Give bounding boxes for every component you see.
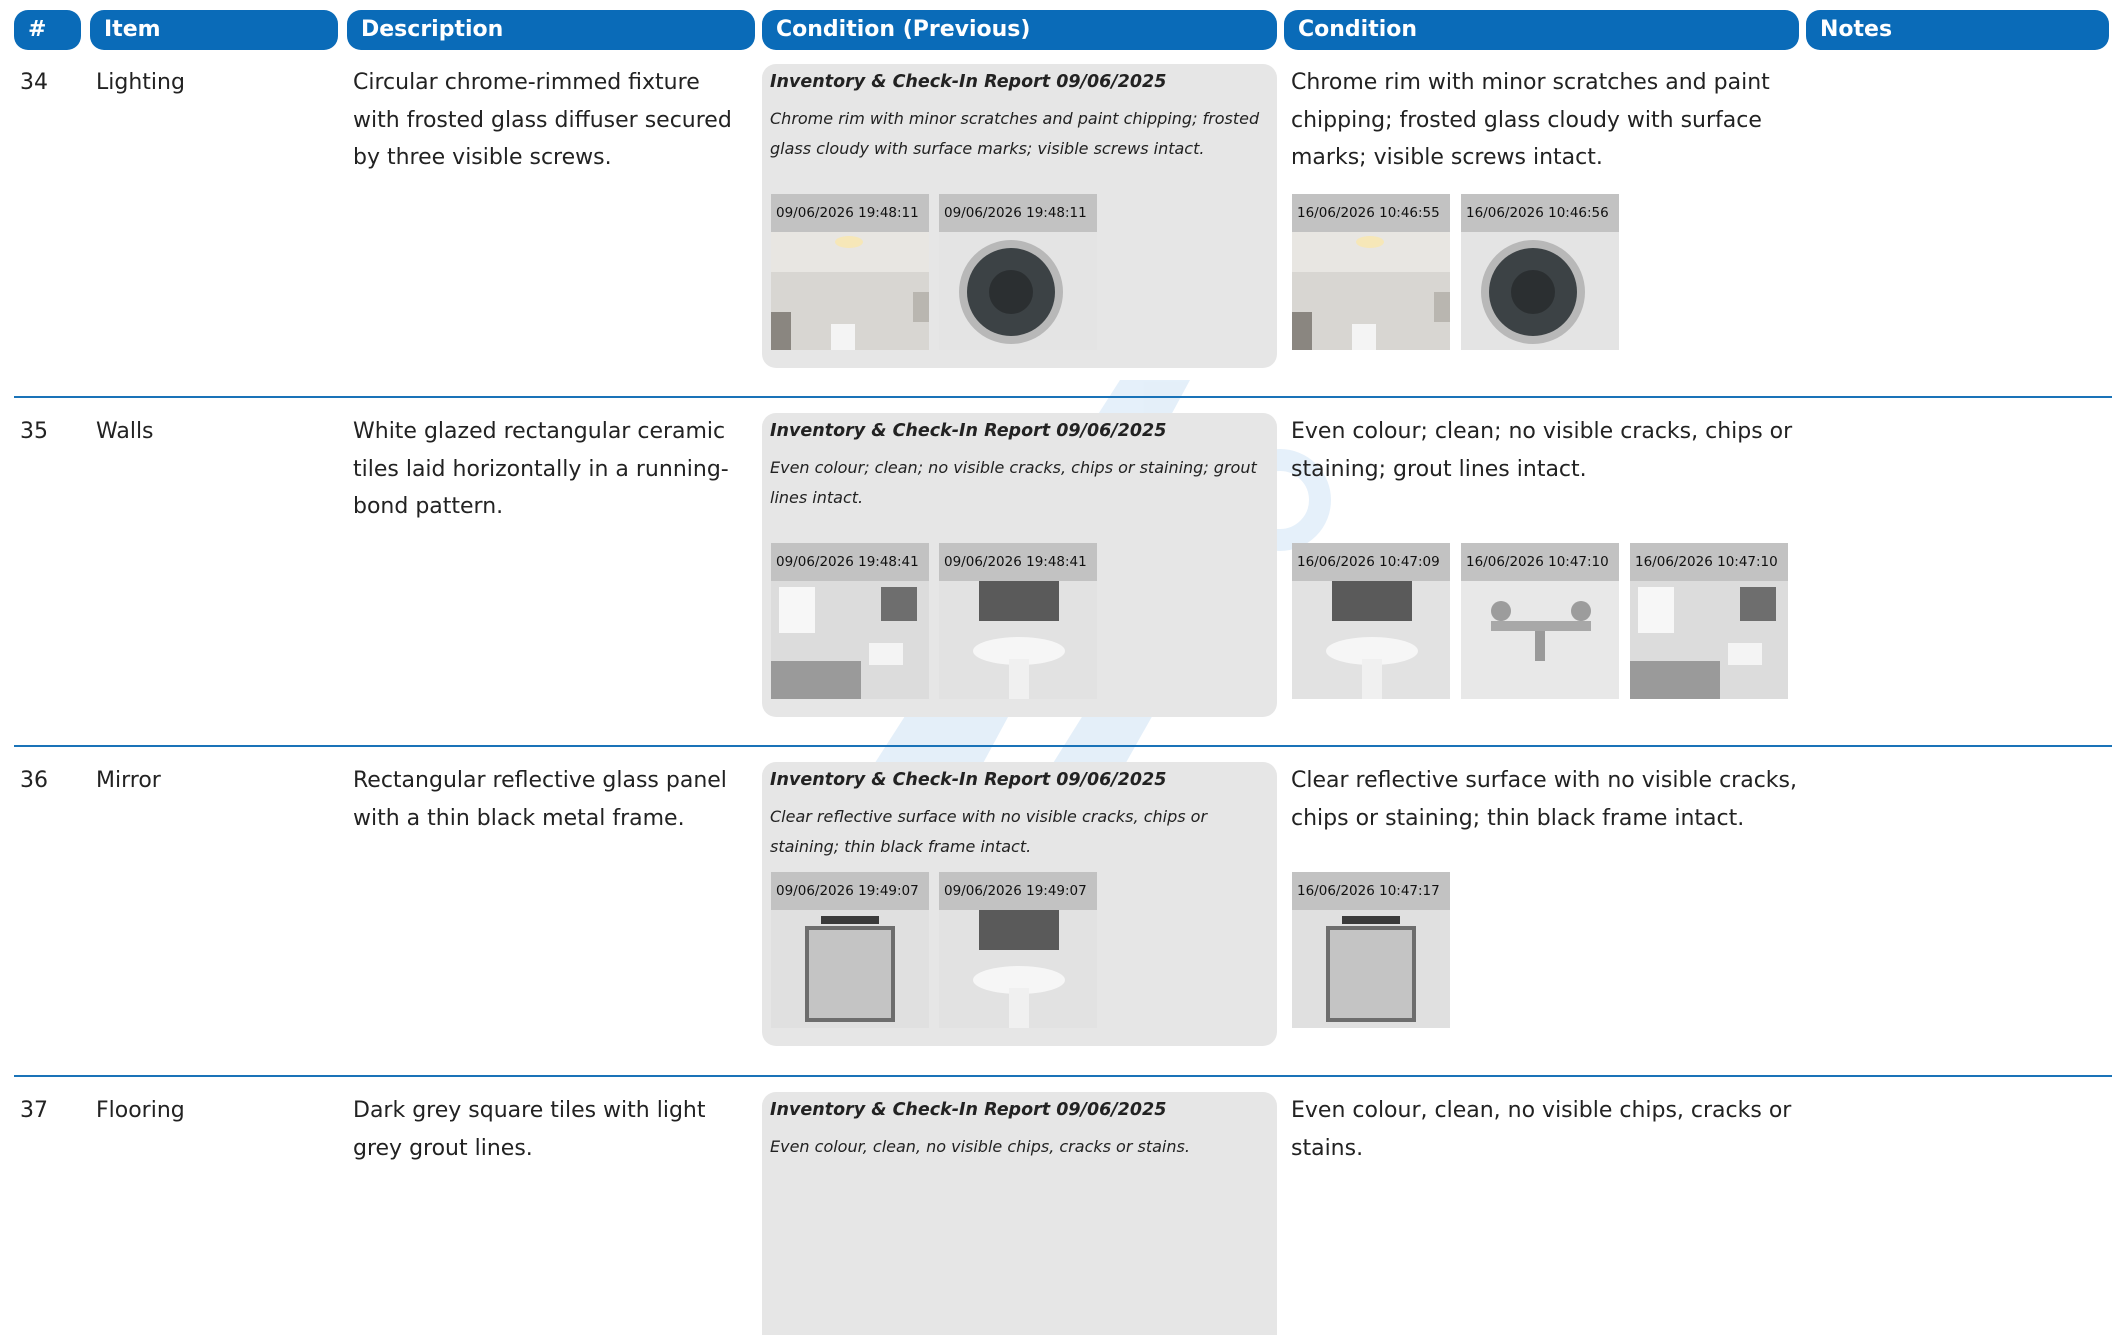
row-divider: [14, 1075, 2112, 1077]
previous-report-title: Inventory & Check-In Report 09/06/2025: [770, 1100, 1167, 1120]
previous-condition-box: Inventory & Check-In Report 09/06/2025 E…: [762, 1092, 1277, 1335]
header-notes: Notes: [1806, 10, 2109, 50]
previous-condition-box: Inventory & Check-In Report 09/06/2025 E…: [762, 413, 1277, 717]
bathroom-wide-image: [771, 581, 929, 699]
row-description: White glazed rectangular ceramic tiles l…: [353, 419, 729, 519]
photo-timestamp: 16/06/2026 10:46:55: [1292, 194, 1450, 232]
header-item: Item: [90, 10, 338, 50]
previous-condition-text: Even colour; clean; no visible cracks, c…: [770, 458, 1257, 507]
header-description: Description: [347, 10, 755, 50]
previous-report-title: Inventory & Check-In Report 09/06/2025: [770, 72, 1167, 92]
row-item: Lighting: [96, 70, 185, 95]
header-condition-previous: Condition (Previous): [762, 10, 1277, 50]
basin-image: [939, 581, 1097, 699]
row-description: Rectangular reflective glass panel with …: [353, 768, 727, 831]
photo-timestamp: 09/06/2026 19:48:41: [771, 543, 929, 581]
ceiling-light-closeup-image: [1461, 232, 1619, 350]
photo-thumbnail[interactable]: 09/06/2026 19:48:11: [939, 194, 1097, 350]
previous-condition-box: Inventory & Check-In Report 09/06/2025 C…: [762, 64, 1277, 368]
photo-thumbnail[interactable]: 16/06/2026 10:47:09: [1292, 543, 1450, 699]
photo-thumbnail[interactable]: 09/06/2026 19:48:41: [939, 543, 1097, 699]
photo-thumbnail[interactable]: 09/06/2026 19:49:07: [939, 872, 1097, 1028]
photo-thumbnail[interactable]: 16/06/2026 10:47:10: [1630, 543, 1788, 699]
photo-thumbnail[interactable]: 09/06/2026 19:48:41: [771, 543, 929, 699]
row-condition: Chrome rim with minor scratches and pain…: [1291, 70, 1770, 170]
previous-condition-text: Chrome rim with minor scratches and pain…: [770, 109, 1260, 158]
bathroom-wide-image: [1630, 581, 1788, 699]
previous-report-title: Inventory & Check-In Report 09/06/2025: [770, 421, 1167, 441]
photo-timestamp: 09/06/2026 19:48:11: [939, 194, 1097, 232]
row-description: Circular chrome-rimmed fixture with fros…: [353, 70, 732, 170]
row-condition: Even colour, clean, no visible chips, cr…: [1291, 1098, 1792, 1161]
photo-timestamp: 16/06/2026 10:47:10: [1630, 543, 1788, 581]
row-condition: Even colour; clean; no visible cracks, c…: [1291, 419, 1793, 482]
table-row: 35 Walls White glazed rectangular cerami…: [0, 413, 2112, 743]
bath-tap-image: [1461, 581, 1619, 699]
table-row: 36 Mirror Rectangular reflective glass p…: [0, 762, 2112, 1047]
photo-thumbnail[interactable]: 09/06/2026 19:49:07: [771, 872, 929, 1028]
basin-image: [1292, 581, 1450, 699]
mirror-image: [771, 910, 929, 1028]
previous-report-title: Inventory & Check-In Report 09/06/2025: [770, 770, 1167, 790]
photo-timestamp: 09/06/2026 19:49:07: [771, 872, 929, 910]
photo-thumbnail[interactable]: 09/06/2026 19:48:11: [771, 194, 929, 350]
row-number: 35: [20, 419, 48, 444]
row-number: 34: [20, 70, 48, 95]
header-number: #: [14, 10, 81, 50]
photo-timestamp: 09/06/2026 19:48:11: [771, 194, 929, 232]
row-number: 36: [20, 768, 48, 793]
ceiling-light-room-image: [1292, 232, 1450, 350]
photo-thumbnail[interactable]: 16/06/2026 10:47:17: [1292, 872, 1450, 1028]
row-description: Dark grey square tiles with light grey g…: [353, 1098, 706, 1161]
table-row: 34 Lighting Circular chrome-rimmed fixtu…: [0, 64, 2112, 394]
row-item: Mirror: [96, 768, 161, 793]
photo-thumbnail[interactable]: 16/06/2026 10:47:10: [1461, 543, 1619, 699]
photo-timestamp: 16/06/2026 10:47:09: [1292, 543, 1450, 581]
ceiling-light-room-image: [771, 232, 929, 350]
row-divider: [14, 396, 2112, 398]
photo-timestamp: 16/06/2026 10:46:56: [1461, 194, 1619, 232]
row-item: Walls: [96, 419, 154, 444]
previous-condition-box: Inventory & Check-In Report 09/06/2025 C…: [762, 762, 1277, 1046]
row-condition: Clear reflective surface with no visible…: [1291, 768, 1797, 831]
photo-thumbnail[interactable]: 16/06/2026 10:46:56: [1461, 194, 1619, 350]
photo-timestamp: 16/06/2026 10:47:10: [1461, 543, 1619, 581]
row-item: Flooring: [96, 1098, 185, 1123]
ceiling-light-closeup-image: [939, 232, 1097, 350]
row-number: 37: [20, 1098, 48, 1123]
table-header: # Item Description Condition (Previous) …: [0, 10, 2112, 50]
photo-thumbnail[interactable]: 16/06/2026 10:46:55: [1292, 194, 1450, 350]
photo-timestamp: 09/06/2026 19:48:41: [939, 543, 1097, 581]
photo-timestamp: 16/06/2026 10:47:17: [1292, 872, 1450, 910]
photo-timestamp: 09/06/2026 19:49:07: [939, 872, 1097, 910]
row-divider: [14, 745, 2112, 747]
basin-image: [939, 910, 1097, 1028]
mirror-image: [1292, 910, 1450, 1028]
previous-condition-text: Even colour, clean, no visible chips, cr…: [770, 1137, 1190, 1156]
header-condition: Condition: [1284, 10, 1799, 50]
previous-condition-text: Clear reflective surface with no visible…: [770, 807, 1208, 856]
table-row: 37 Flooring Dark grey square tiles with …: [0, 1092, 2112, 1335]
